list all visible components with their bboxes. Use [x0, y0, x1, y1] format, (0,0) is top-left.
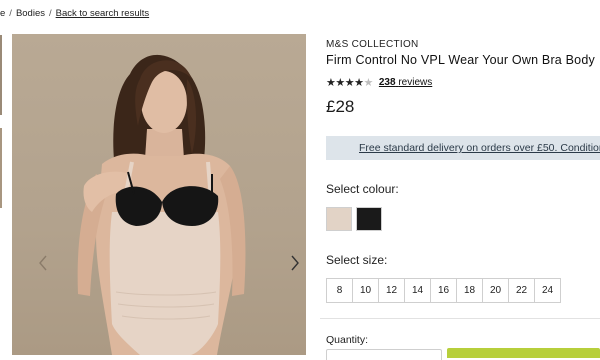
size-option[interactable]: 18	[457, 279, 483, 302]
carousel-prev-button[interactable]	[38, 254, 52, 274]
select-colour-label: Select colour:	[326, 182, 399, 196]
reviews-count: 238	[378, 76, 396, 88]
star-icon: ★	[354, 76, 364, 89]
product-rating: ★★★★★ 238 reviews	[326, 75, 432, 89]
star-icon: ★	[363, 76, 374, 89]
product-photo	[77, 54, 246, 355]
size-selector: 8 10 12 14 16 18 20 22 24	[326, 278, 561, 303]
product-brand: M&S COLLECTION	[326, 39, 419, 50]
breadcrumb-home-link[interactable]: e	[0, 8, 5, 19]
product-price: £28	[326, 97, 355, 116]
section-divider	[320, 318, 600, 319]
product-title: Firm Control No VPL Wear Your Own Bra Bo…	[326, 53, 595, 67]
select-size-label: Select size:	[326, 253, 388, 267]
quantity-label: Quantity:	[326, 334, 369, 346]
chevron-right-icon	[291, 255, 299, 271]
size-option[interactable]: 22	[509, 279, 535, 302]
size-option[interactable]: 14	[405, 279, 431, 302]
breadcrumb-separator: /	[49, 7, 52, 19]
star-icon: ★	[344, 76, 355, 89]
breadcrumb: e / Bodies / Back to search results	[0, 5, 149, 21]
product-main-image	[12, 34, 306, 355]
size-option[interactable]: 16	[431, 279, 457, 302]
size-option[interactable]: 12	[379, 279, 405, 302]
delivery-banner: Free standard delivery on orders over £5…	[326, 136, 600, 160]
carousel-next-button[interactable]	[290, 254, 304, 274]
size-option[interactable]: 8	[327, 279, 353, 302]
colour-swatch-nude[interactable]	[326, 207, 352, 231]
breadcrumb-separator: /	[9, 7, 12, 19]
delivery-conditions-link[interactable]: Free standard delivery on orders over £5…	[359, 142, 600, 154]
reviews-label: reviews	[398, 76, 433, 88]
colour-swatch-black[interactable]	[356, 207, 382, 231]
reviews-link[interactable]: 238 reviews	[379, 77, 432, 88]
star-icon: ★	[335, 76, 345, 89]
star-icon: ★	[326, 76, 336, 89]
size-option[interactable]: 10	[353, 279, 379, 302]
size-option[interactable]: 20	[483, 279, 509, 302]
back-to-search-link[interactable]: Back to search results	[56, 8, 149, 19]
thumbnail-2[interactable]	[0, 128, 2, 208]
rating-stars: ★★★★★	[326, 76, 373, 89]
chevron-left-icon	[39, 255, 47, 271]
size-option[interactable]: 24	[535, 279, 560, 302]
thumbnail-1[interactable]	[0, 35, 2, 115]
breadcrumb-category-link[interactable]: Bodies	[16, 8, 45, 19]
add-to-bag-button[interactable]	[447, 348, 600, 358]
